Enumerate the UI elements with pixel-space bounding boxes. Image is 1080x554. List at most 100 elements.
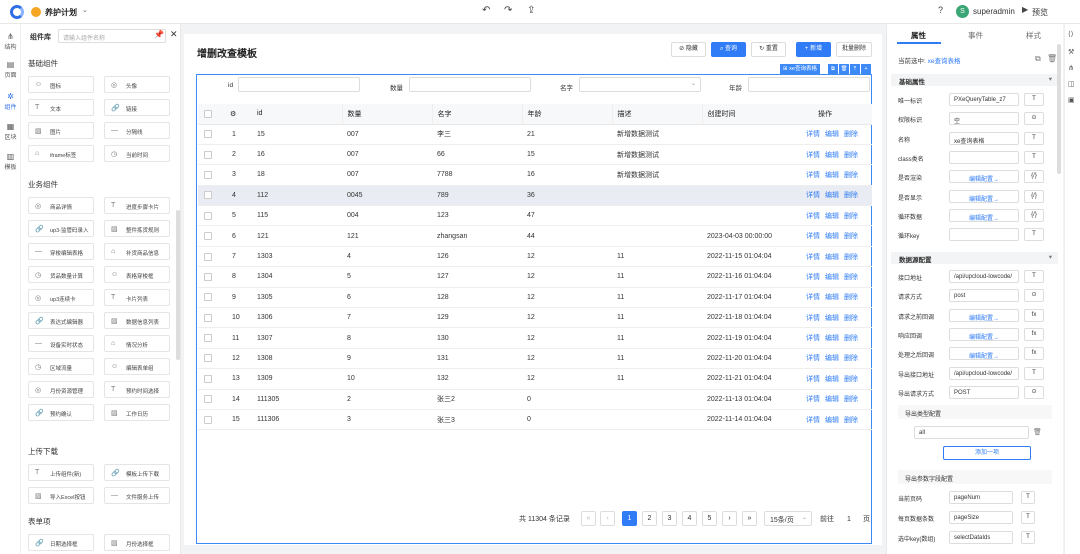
property-field[interactable]: xe查询表格 [949, 131, 1019, 145]
edit-link[interactable]: 编辑 [825, 396, 839, 403]
play-icon[interactable]: ▶ [1022, 5, 1028, 14]
component-item[interactable]: 🔗 up3-监管码录入 [28, 220, 94, 237]
table-row[interactable]: 14 111305 2 张三2 0 2022-11-13 01:04:04 详情 编辑 删除 [198, 389, 872, 410]
row-checkbox[interactable] [204, 272, 212, 281]
detail-link[interactable]: 详情 [806, 213, 820, 220]
page-button[interactable]: 1 [622, 511, 637, 526]
first-page-icon[interactable]: « [581, 511, 596, 526]
component-item[interactable]: ▨ 导入Excel按钮 [28, 487, 94, 504]
property-field[interactable]: 编辑配置→ [949, 170, 1019, 184]
close-icon[interactable]: ✕ [170, 29, 178, 40]
text-type-icon[interactable]: T [1021, 491, 1035, 504]
binding-type-icon[interactable]: ⊙ [1024, 385, 1044, 399]
filter-name-select[interactable]: ⌄ [579, 77, 701, 92]
delete-link[interactable]: 删除 [844, 335, 858, 342]
property-field[interactable]: 空 [949, 112, 1019, 126]
help-icon[interactable]: ? [938, 5, 943, 15]
filter-id-input[interactable] [238, 77, 360, 92]
row-checkbox[interactable] [204, 334, 212, 343]
rail-item-blocks[interactable]: ▦ 区块 [0, 122, 21, 141]
page-size-select[interactable]: 15条/页 ⌄ [764, 511, 812, 526]
next-page-icon[interactable]: › [722, 511, 737, 526]
export-type-config[interactable]: 导出类型配置 [898, 405, 1052, 419]
component-item[interactable]: T 进度步骤卡片 [104, 197, 170, 214]
detail-link[interactable]: 详情 [806, 355, 820, 362]
row-checkbox[interactable] [204, 313, 212, 322]
component-item[interactable]: ▨ 数据信息列表 [104, 312, 170, 329]
edit-link[interactable]: 编辑 [825, 192, 839, 199]
avatar[interactable]: S [956, 5, 969, 18]
detail-link[interactable]: 详情 [806, 274, 820, 281]
binding-type-icon[interactable]: T [1024, 93, 1044, 106]
binding-type-icon[interactable]: T [1024, 150, 1044, 164]
component-item[interactable]: 🔗 预约确认 [28, 404, 94, 421]
datasource-field[interactable]: 编辑配置→ [949, 347, 1019, 361]
binding-type-icon[interactable]: ⊙ [1024, 112, 1044, 126]
binding-type-icon[interactable]: T [1024, 228, 1044, 242]
edit-link[interactable]: 编辑 [825, 315, 839, 322]
table-row[interactable]: 7 1303 4 126 12 11 2022-11-15 01:04:04 详情 编辑 删除 [198, 246, 872, 268]
component-item[interactable]: — 穿梭编辑表格 [28, 243, 94, 260]
col-name[interactable]: 名字 [431, 104, 522, 125]
table-row[interactable]: 13 1309 10 132 12 11 2022-11-21 01:04:04 详情 编辑 删除 [198, 368, 872, 390]
panel-icon[interactable]: ▣ [1068, 96, 1075, 104]
row-checkbox[interactable] [204, 130, 212, 139]
delete-icon[interactable]: 🗑 [1033, 428, 1042, 436]
edit-link[interactable]: 编辑 [825, 233, 839, 240]
edit-link[interactable]: 编辑 [825, 131, 839, 138]
col-quantity[interactable]: 数量 [341, 104, 432, 125]
detail-link[interactable]: 详情 [806, 417, 820, 424]
export-icon[interactable]: ⇪ [527, 5, 535, 16]
property-field[interactable]: 编辑配置→ [949, 189, 1019, 203]
table-row[interactable]: 8 1304 5 127 12 11 2022-11-16 01:04:04 详情 编辑 删除 [198, 266, 872, 288]
preview-button[interactable]: 预览 [1032, 7, 1048, 18]
component-item[interactable]: — 文件服务上传 [104, 487, 170, 504]
property-field[interactable] [949, 228, 1019, 242]
datasource-field[interactable]: post [949, 289, 1019, 303]
text-type-icon[interactable]: T [1021, 511, 1035, 524]
component-item[interactable]: ◷ 当前时间 [104, 145, 170, 162]
component-item[interactable]: ⌂ iframe标签 [28, 145, 94, 162]
page-button[interactable]: 5 [702, 511, 717, 526]
selected-component-tag[interactable]: ⊞ xe查询表格 [780, 64, 820, 74]
delete-link[interactable]: 删除 [844, 233, 858, 240]
tree-icon[interactable]: ⋔ [1068, 64, 1074, 72]
component-item[interactable]: ☺ 编辑表单组 [104, 358, 170, 375]
group-datasource[interactable]: 数据源配置 ▾ [891, 252, 1058, 264]
select-parent-icon[interactable]: ⤒ [850, 64, 860, 74]
add-button[interactable]: + 新增 [796, 42, 831, 57]
binding-type-icon[interactable]: T [1024, 270, 1044, 283]
component-item[interactable]: ▨ 工作日历 [104, 404, 170, 421]
detail-link[interactable]: 详情 [806, 294, 820, 301]
binding-type-icon[interactable]: fx [1024, 347, 1044, 361]
table-row[interactable]: 2 16 007 66 15 新增数据测试 详情 编辑 删除 [198, 144, 872, 166]
delete-link[interactable]: 删除 [844, 355, 858, 362]
detail-link[interactable]: 详情 [806, 396, 820, 403]
component-item[interactable]: 🔗 链接 [104, 99, 170, 116]
delete-icon[interactable]: 🗑 [839, 64, 849, 74]
col-desc[interactable]: 描述 [611, 104, 702, 125]
component-item[interactable]: ▨ 图片 [28, 122, 94, 139]
delete-link[interactable]: 删除 [844, 172, 858, 179]
component-item[interactable]: ▨ 月份选择框 [104, 534, 170, 551]
username[interactable]: superadmin [973, 7, 1015, 16]
param-field[interactable]: pageSize [949, 511, 1013, 524]
row-checkbox[interactable] [204, 374, 212, 383]
delete-link[interactable]: 删除 [844, 396, 858, 403]
property-field[interactable]: 编辑配置→ [949, 208, 1019, 222]
detail-link[interactable]: 详情 [806, 192, 820, 199]
select-all-checkbox[interactable] [204, 109, 212, 118]
export-type-item[interactable]: all [914, 426, 1029, 439]
edit-link[interactable]: 编辑 [825, 152, 839, 159]
filter-quantity-input[interactable] [409, 77, 531, 92]
rail-item-structure[interactable]: ⋔ 结构 [0, 32, 21, 51]
component-item[interactable]: ▨ 整件拣货规则 [104, 220, 170, 237]
delete-link[interactable]: 删除 [844, 294, 858, 301]
component-item[interactable]: ☺ 图标 [28, 76, 94, 93]
layers-icon[interactable]: ◫ [1068, 80, 1075, 88]
edit-link[interactable]: 编辑 [825, 335, 839, 342]
row-checkbox[interactable] [204, 170, 212, 179]
copy-icon[interactable]: ⧉ [1035, 54, 1041, 64]
binding-type-icon[interactable]: {/} [1024, 189, 1044, 203]
page-button[interactable]: 4 [682, 511, 697, 526]
